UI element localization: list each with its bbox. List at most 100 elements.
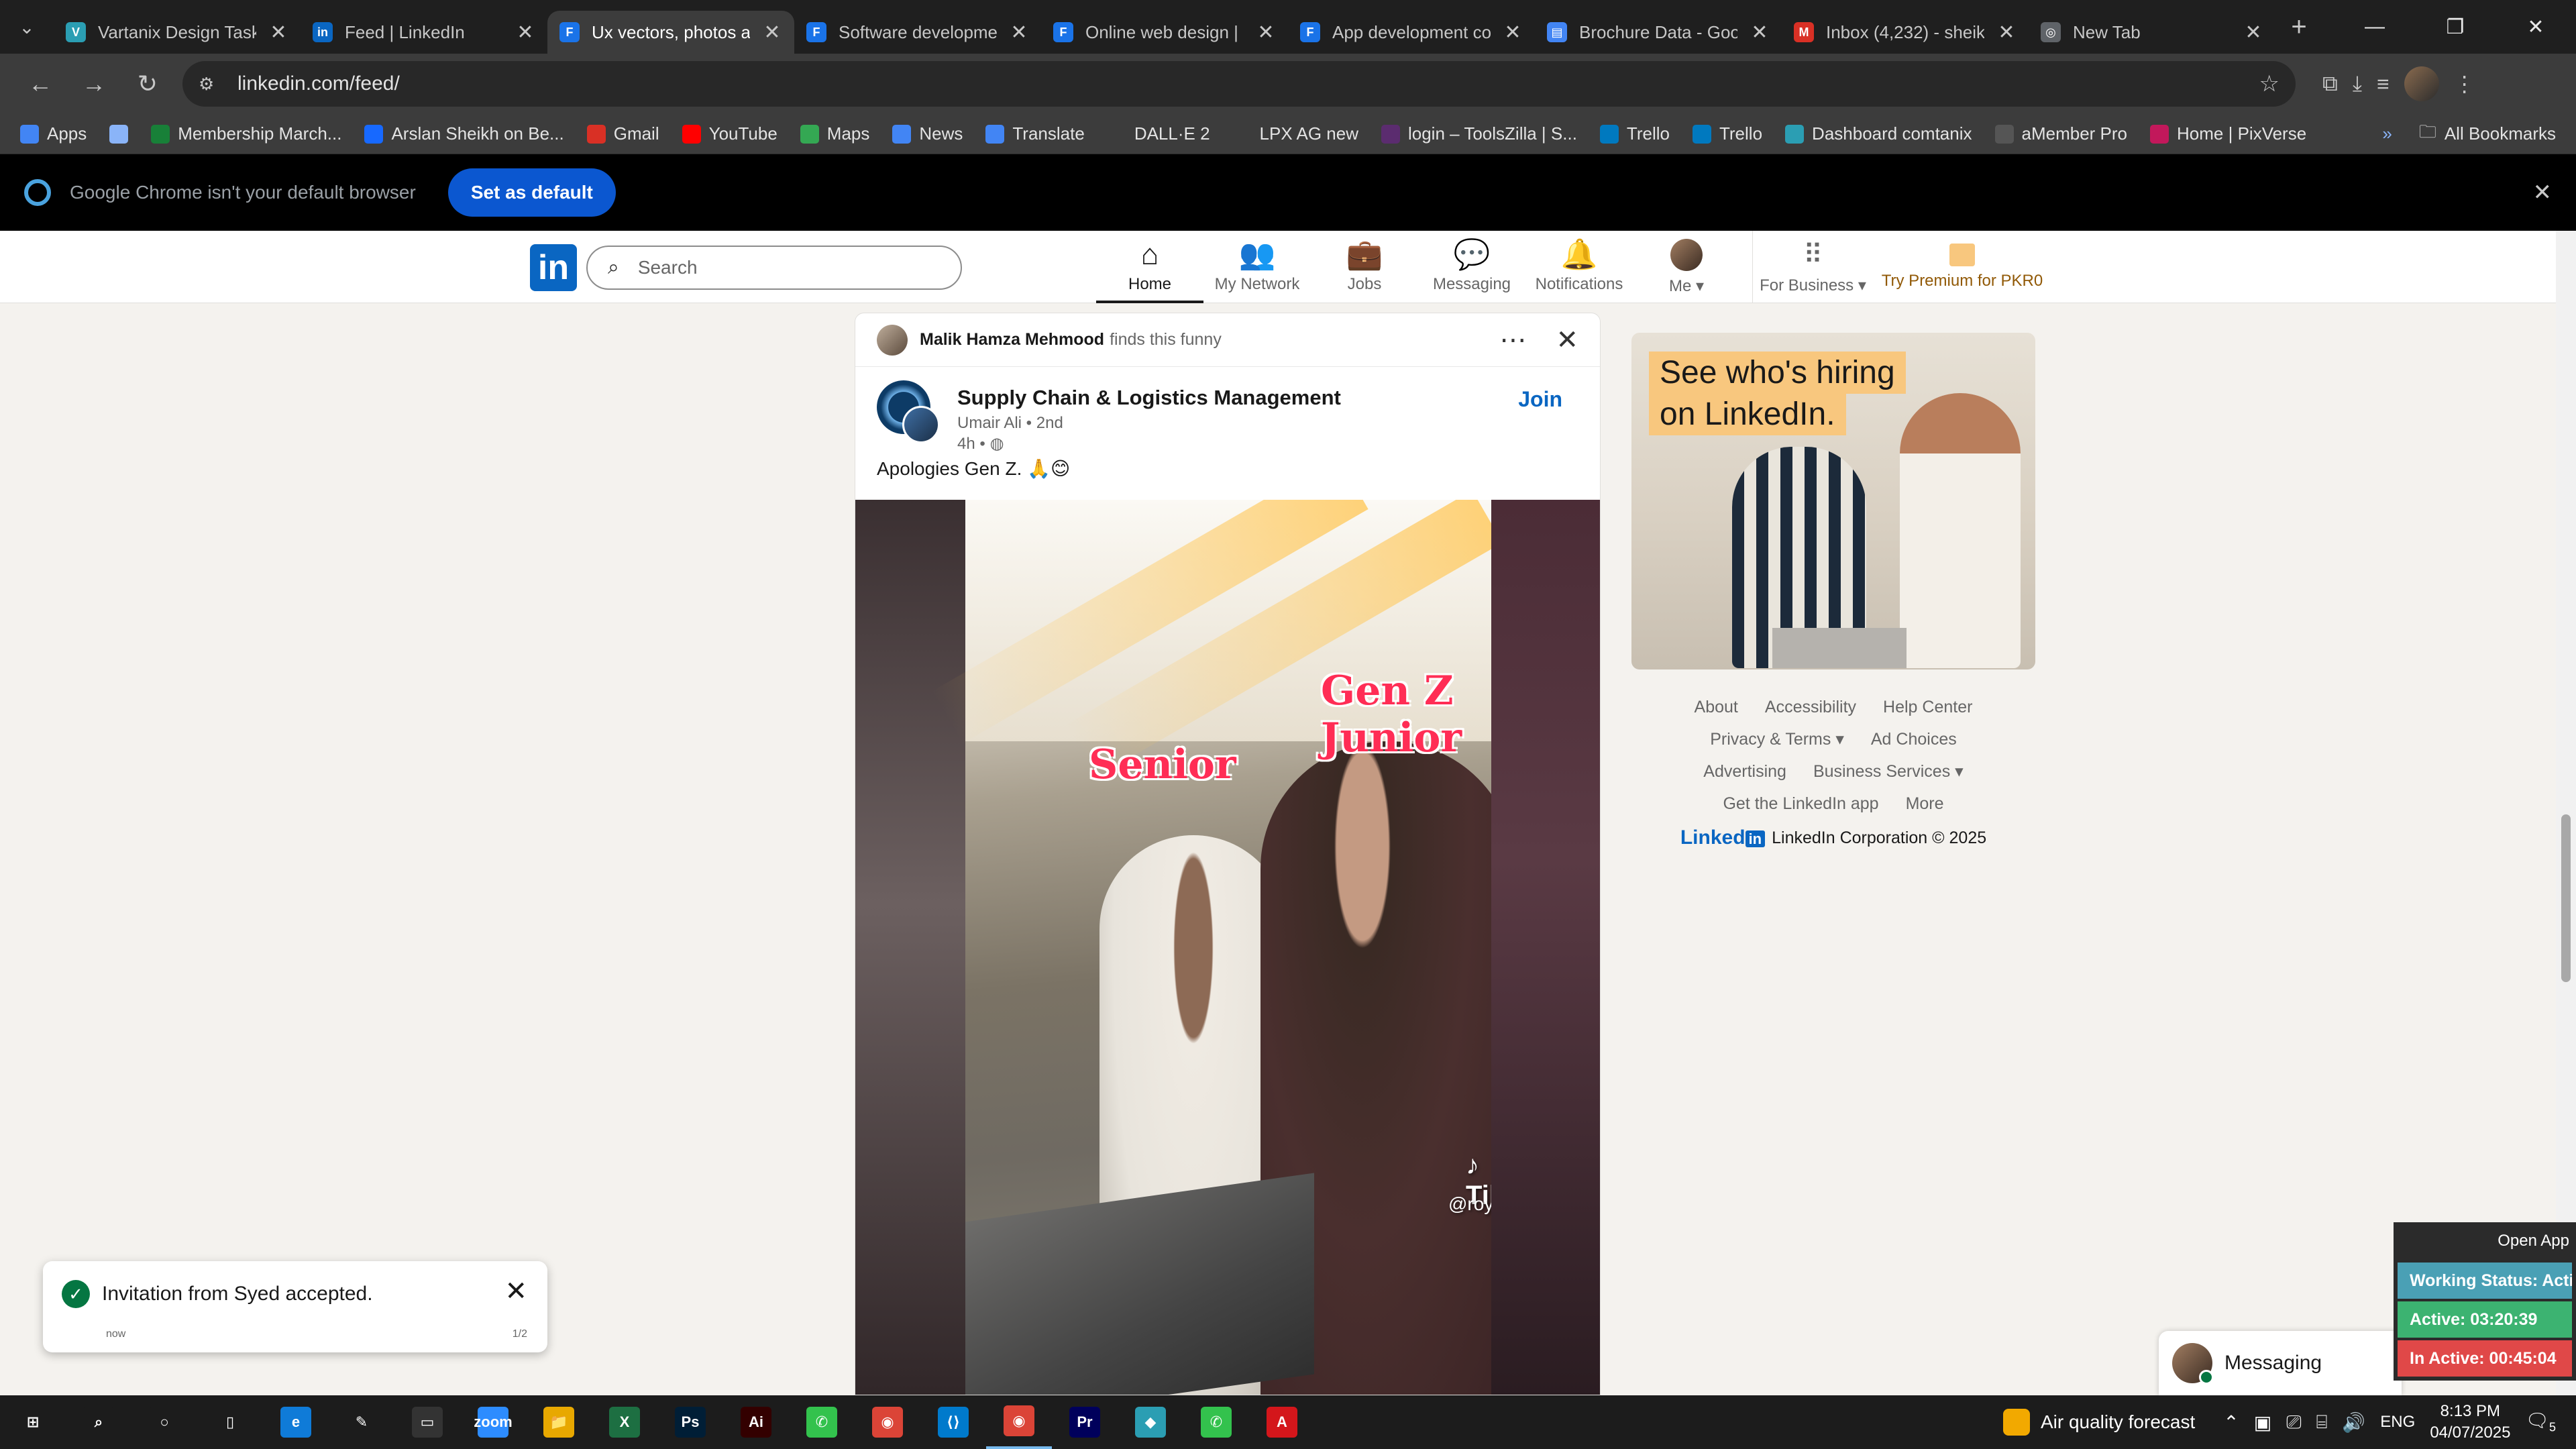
tab-close-icon[interactable]: ✕ bbox=[1750, 21, 1770, 44]
taskbar-app[interactable]: ◉ bbox=[855, 1395, 920, 1449]
open-app-button[interactable]: Open App bbox=[2394, 1222, 2576, 1260]
taskbar-app[interactable]: ⊞ bbox=[0, 1395, 66, 1449]
downloads-icon[interactable]: ⤓ bbox=[2353, 71, 2362, 97]
back-button[interactable]: ← bbox=[13, 57, 67, 111]
browser-tab[interactable]: F Online web design | F ✕ bbox=[1041, 11, 1288, 54]
taskbar-app[interactable]: 📁 bbox=[526, 1395, 592, 1449]
scrollbar-thumb[interactable] bbox=[2561, 814, 2571, 982]
taskbar-app[interactable]: Ps bbox=[657, 1395, 723, 1449]
bookmark-item[interactable]: Trello bbox=[1692, 123, 1762, 144]
browser-tab[interactable]: V Vartanix Design Tasks ✕ bbox=[54, 11, 301, 54]
nav-my-network[interactable]: 👥 My Network bbox=[1203, 231, 1311, 303]
media-controls-icon[interactable]: ≡ bbox=[2377, 72, 2390, 97]
taskbar-app[interactable]: ○ bbox=[131, 1395, 197, 1449]
reload-button[interactable]: ↻ bbox=[121, 57, 174, 111]
bookmark-item[interactable]: login – ToolsZilla | S... bbox=[1381, 123, 1577, 144]
footer-link[interactable]: Business Services ▾ bbox=[1813, 761, 1964, 782]
taskbar-app[interactable]: X bbox=[592, 1395, 657, 1449]
notification-center-icon[interactable]: 🗨5 bbox=[2525, 1409, 2556, 1435]
try-premium-link[interactable]: Try Premium for PKR0 bbox=[1878, 231, 2046, 303]
author-avatar[interactable] bbox=[902, 406, 940, 443]
taskbar-app[interactable]: ▯ bbox=[197, 1395, 263, 1449]
messaging-overlay[interactable]: Messaging bbox=[2159, 1331, 2402, 1395]
footer-link[interactable]: Advertising bbox=[1703, 762, 1786, 782]
nav-notifications[interactable]: 🔔 Notifications bbox=[1525, 231, 1633, 303]
restore-button[interactable]: ❐ bbox=[2415, 0, 2496, 54]
tab-search-chevron-icon[interactable]: ⌄ bbox=[0, 0, 54, 54]
tab-close-icon[interactable]: ✕ bbox=[268, 21, 288, 44]
bookmark-item[interactable]: Arslan Sheikh on Be... bbox=[364, 123, 564, 144]
taskbar-app[interactable]: ▭ bbox=[394, 1395, 460, 1449]
chrome-menu-icon[interactable]: ⋮ bbox=[2454, 71, 2475, 97]
toast-close-icon[interactable]: ✕ bbox=[504, 1276, 527, 1307]
tray-chevron-icon[interactable]: ⌃ bbox=[2223, 1411, 2239, 1434]
browser-tab[interactable]: F Ux vectors, photos an ✕ bbox=[547, 11, 794, 54]
social-actor-avatar[interactable] bbox=[877, 324, 908, 356]
taskbar-app[interactable]: ✆ bbox=[1183, 1395, 1249, 1449]
dismiss-post-icon[interactable]: ✕ bbox=[1556, 325, 1578, 356]
bookmark-item[interactable]: Maps bbox=[800, 123, 869, 144]
taskbar-app[interactable]: ⌕ bbox=[66, 1395, 131, 1449]
bookmark-item[interactable]: Gmail bbox=[586, 123, 659, 144]
bookmark-item[interactable]: Apps bbox=[20, 123, 87, 144]
nav-jobs[interactable]: 💼 Jobs bbox=[1311, 231, 1418, 303]
group-avatar[interactable] bbox=[877, 380, 940, 443]
url-text[interactable]: linkedin.com/feed/ bbox=[237, 72, 2259, 95]
taskbar-app[interactable]: ✆ bbox=[789, 1395, 855, 1449]
taskbar-app[interactable]: zoom bbox=[460, 1395, 526, 1449]
browser-tab[interactable]: in Feed | LinkedIn ✕ bbox=[301, 11, 547, 54]
nav-for-business[interactable]: ⠿ For Business ▾ bbox=[1752, 231, 1873, 303]
taskbar-app[interactable]: ◉ bbox=[986, 1395, 1052, 1449]
browser-tab[interactable]: ▤ Brochure Data - Goo ✕ bbox=[1535, 11, 1782, 54]
footer-link[interactable]: More bbox=[1906, 794, 1944, 814]
site-info-icon[interactable]: ⚙ bbox=[199, 74, 225, 95]
nav-home[interactable]: ⌂ Home bbox=[1096, 231, 1203, 303]
browser-tab[interactable]: ◎ New Tab ✕ bbox=[2029, 11, 2275, 54]
bookmark-item[interactable] bbox=[109, 124, 129, 144]
bookmark-item[interactable]: Trello bbox=[1599, 123, 1670, 144]
more-bookmarks-chevron-icon[interactable]: » bbox=[2382, 123, 2392, 144]
set-as-default-button[interactable]: Set as default bbox=[447, 168, 616, 217]
bookmark-item[interactable]: DALL·E 2 bbox=[1107, 123, 1210, 144]
tab-close-icon[interactable]: ✕ bbox=[1256, 21, 1276, 44]
bookmark-item[interactable]: Home | PixVerse bbox=[2150, 123, 2306, 144]
infobar-close-icon[interactable]: ✕ bbox=[2533, 179, 2553, 206]
bookmark-star-icon[interactable]: ☆ bbox=[2259, 70, 2279, 97]
bookmark-item[interactable]: Membership March... bbox=[151, 123, 341, 144]
nav-me[interactable]: Me ▾ bbox=[1633, 231, 1740, 303]
tab-close-icon[interactable]: ✕ bbox=[1009, 21, 1029, 44]
page-scrollbar[interactable] bbox=[2556, 231, 2576, 1395]
post-video[interactable]: Senior Gen Z Junior ♪ TikTok @royroyoffi… bbox=[855, 500, 1600, 1395]
tab-close-icon[interactable]: ✕ bbox=[2243, 21, 2263, 44]
taskbar-app[interactable]: e bbox=[263, 1395, 329, 1449]
language-indicator[interactable]: ENG bbox=[2380, 1413, 2415, 1432]
taskbar-app[interactable]: A bbox=[1249, 1395, 1315, 1449]
bookmark-item[interactable]: Translate bbox=[985, 123, 1085, 144]
footer-link[interactable]: Get the LinkedIn app bbox=[1723, 794, 1878, 814]
linkedin-logo-icon[interactable]: in bbox=[530, 244, 577, 291]
forward-button[interactable]: → bbox=[67, 57, 121, 111]
clock[interactable]: 8:13 PM 04/07/2025 bbox=[2430, 1401, 2510, 1444]
tab-close-icon[interactable]: ✕ bbox=[1503, 21, 1523, 44]
more-options-icon[interactable]: ⋯ bbox=[1499, 325, 1526, 356]
taskbar-app[interactable]: ✎ bbox=[329, 1395, 394, 1449]
address-bar[interactable]: ⚙ linkedin.com/feed/ ☆ bbox=[182, 61, 2296, 107]
group-name[interactable]: Supply Chain & Logistics Management bbox=[957, 386, 1341, 410]
taskbar-app[interactable]: Pr bbox=[1052, 1395, 1118, 1449]
close-window-button[interactable]: ✕ bbox=[2496, 0, 2576, 54]
bookmark-item[interactable]: YouTube bbox=[682, 123, 777, 144]
screen-icon[interactable]: ⎚ bbox=[2286, 1411, 2301, 1434]
volume-icon[interactable]: 🔊 bbox=[2342, 1411, 2365, 1434]
tab-close-icon[interactable]: ✕ bbox=[515, 21, 535, 44]
profile-avatar[interactable] bbox=[2404, 66, 2439, 101]
minimize-button[interactable]: — bbox=[2334, 0, 2415, 54]
footer-link[interactable]: Accessibility bbox=[1765, 698, 1856, 717]
footer-link[interactable]: Help Center bbox=[1883, 698, 1972, 717]
all-bookmarks-button[interactable]: 🗀 All Bookmarks bbox=[2419, 119, 2556, 149]
taskbar-app[interactable]: ◆ bbox=[1118, 1395, 1183, 1449]
search-input[interactable]: ⌕ Search bbox=[586, 246, 962, 290]
taskbar-app[interactable]: Ai bbox=[723, 1395, 789, 1449]
bookmark-item[interactable]: Dashboard comtanix bbox=[1785, 123, 1972, 144]
social-actor-name[interactable]: Malik Hamza Mehmood bbox=[920, 330, 1104, 350]
footer-link[interactable]: Privacy & Terms ▾ bbox=[1710, 729, 1844, 749]
